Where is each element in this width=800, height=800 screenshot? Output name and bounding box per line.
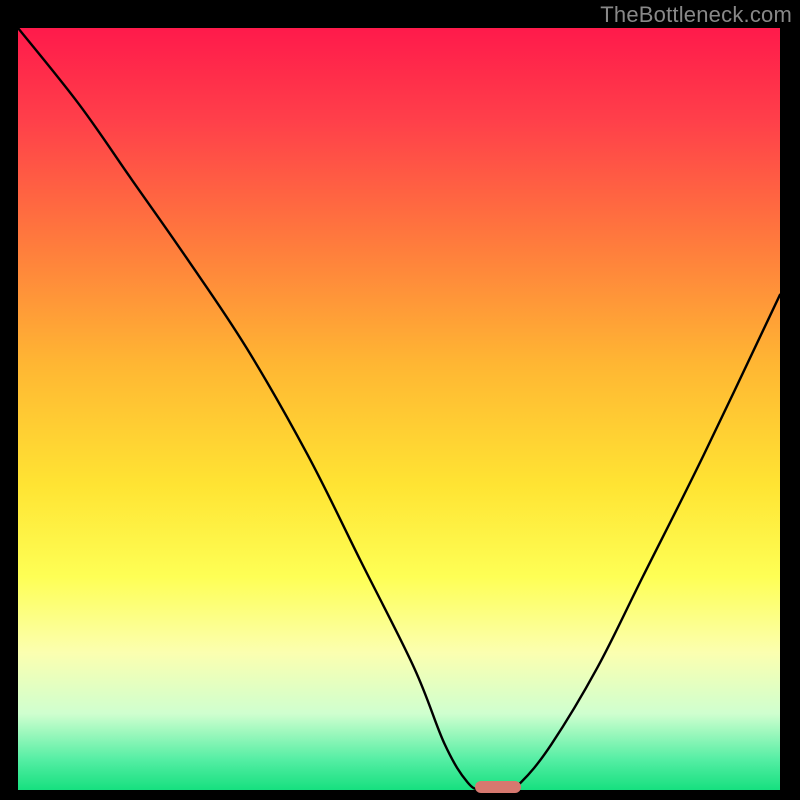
watermark-text: TheBottleneck.com <box>600 2 792 28</box>
optimal-region-marker <box>475 781 521 793</box>
plot-area <box>18 28 780 790</box>
curve-layer <box>18 28 780 790</box>
chart-frame: TheBottleneck.com <box>0 0 800 800</box>
bottleneck-curve-path <box>18 28 780 790</box>
